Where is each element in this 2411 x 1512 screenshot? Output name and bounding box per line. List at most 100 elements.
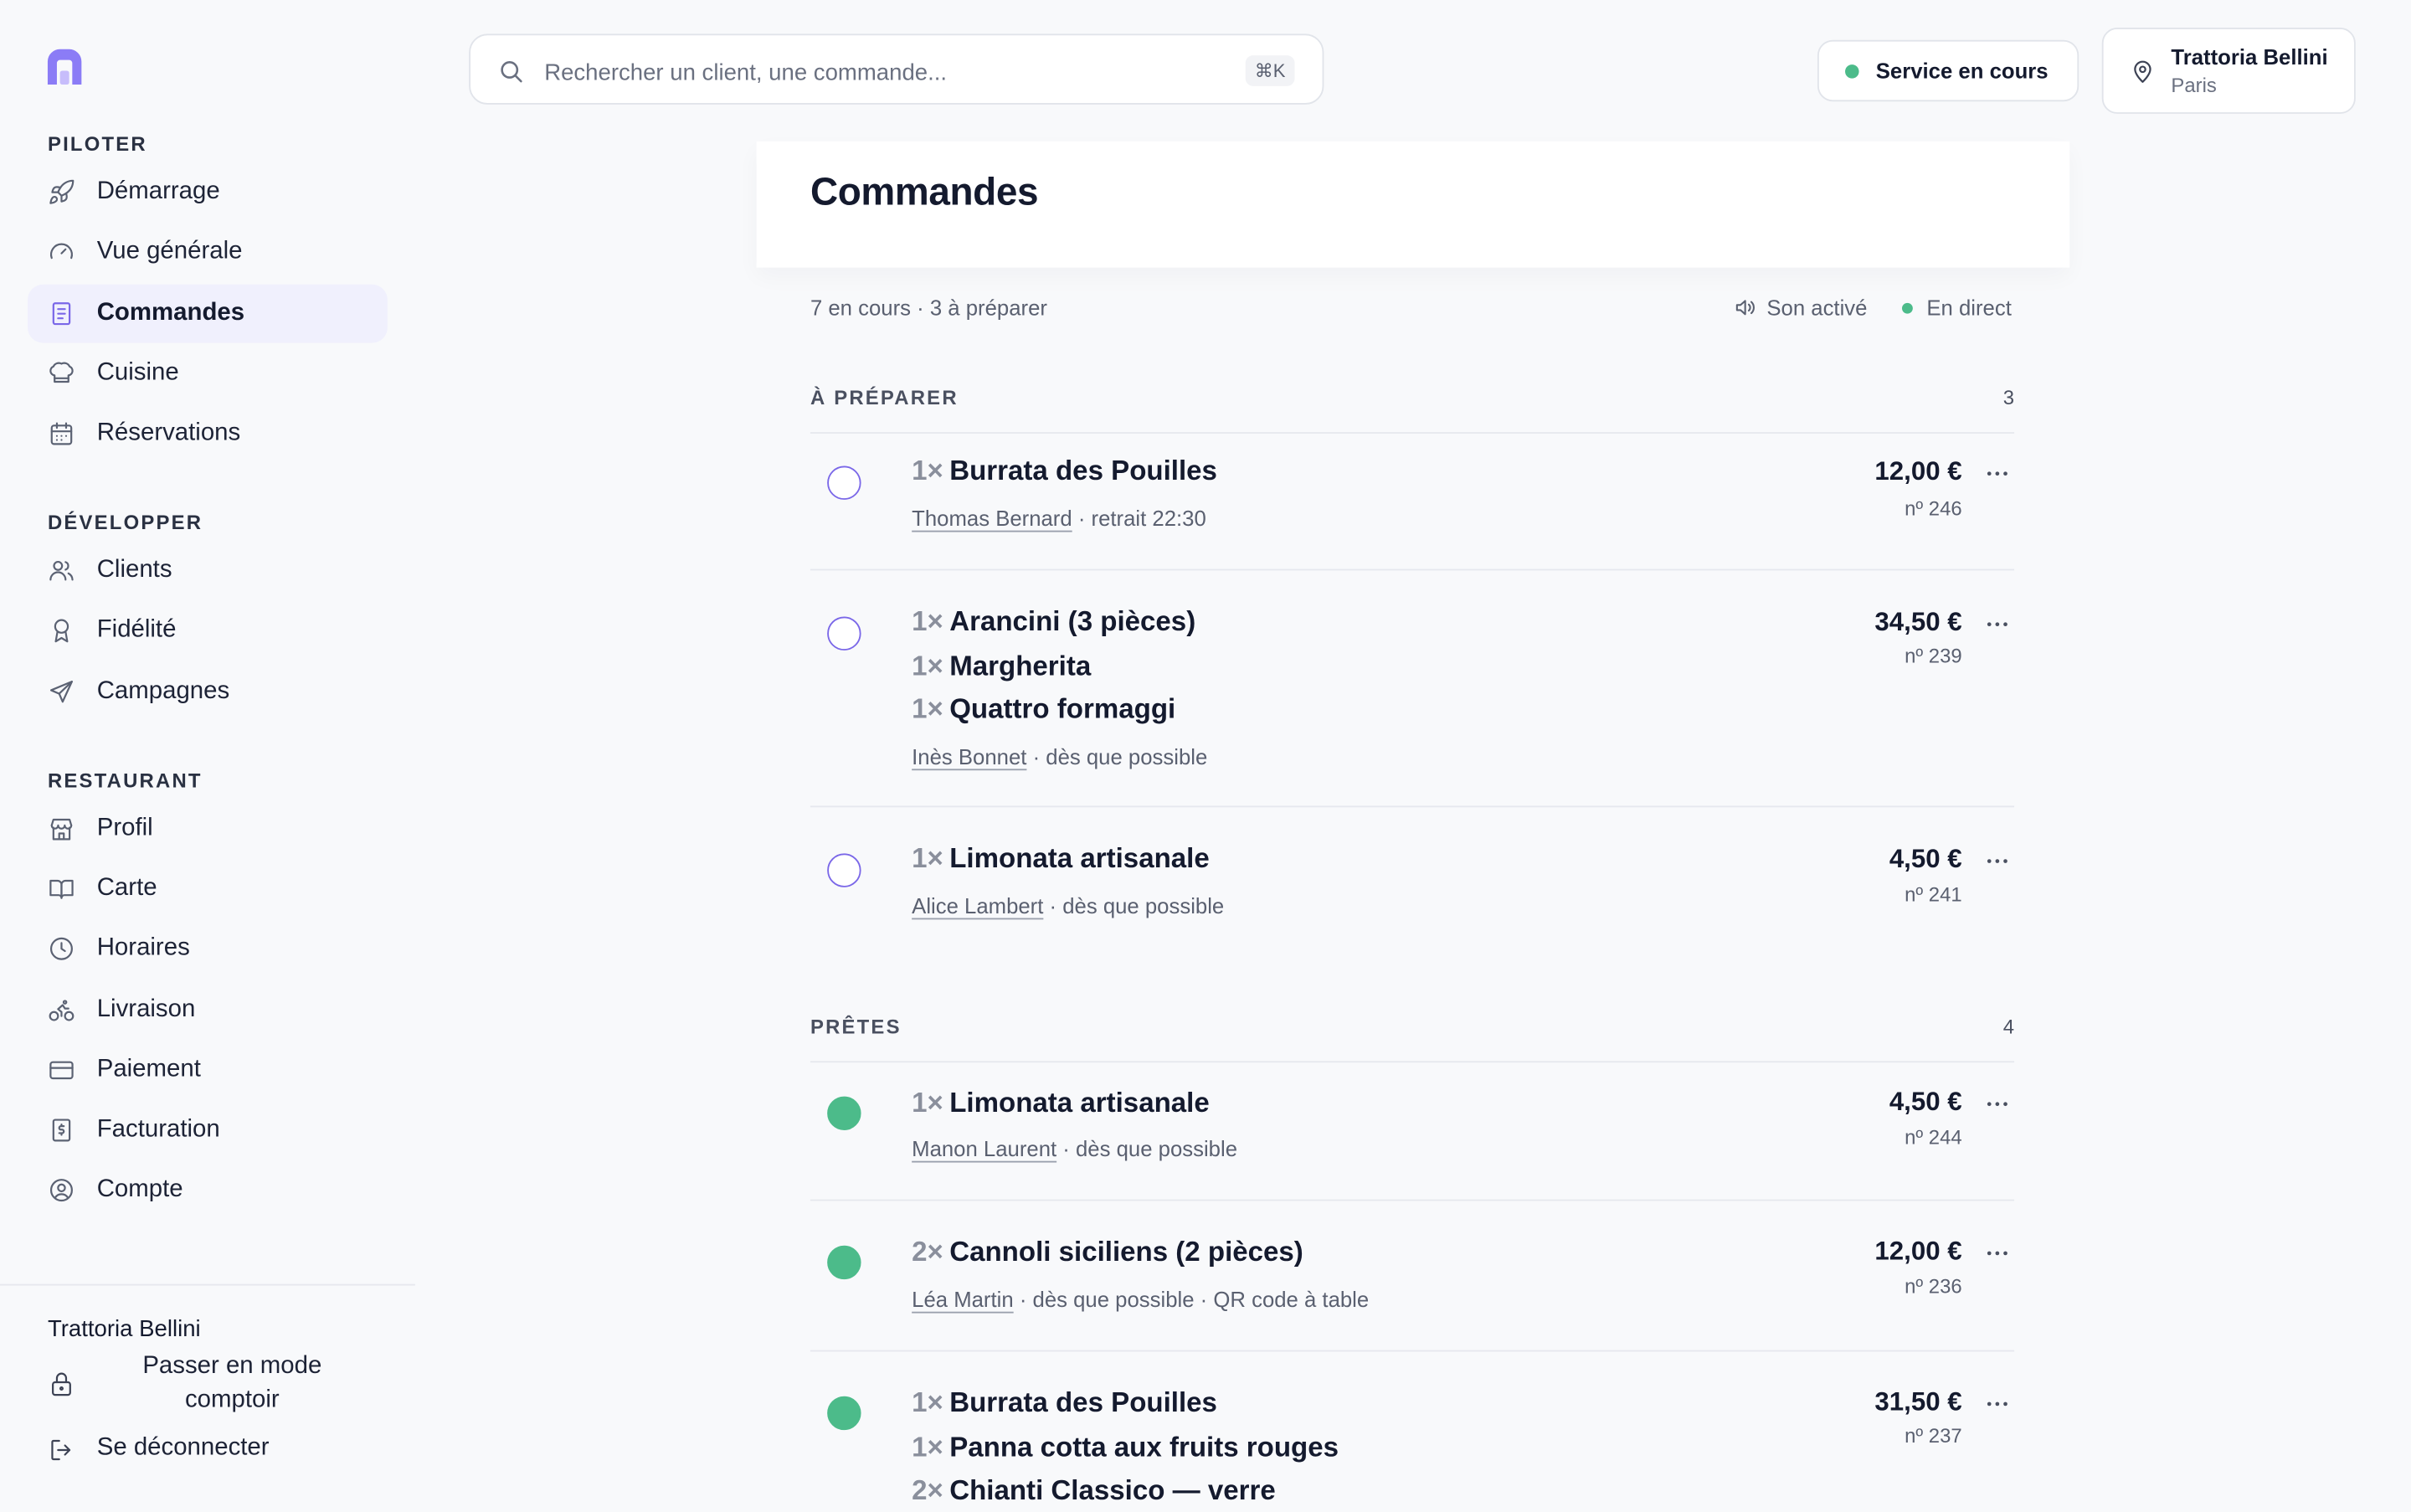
order-status-checkbox[interactable] bbox=[827, 1096, 861, 1130]
search-input[interactable] bbox=[541, 54, 1225, 91]
order-row[interactable]: 1× Burrata des Pouilles 1× Panna cotta aux… bbox=[810, 1351, 2014, 1507]
sound-label: Son activé bbox=[1766, 295, 1868, 321]
order-number: nº 244 bbox=[1905, 1125, 1962, 1149]
page-title: Commandes bbox=[810, 170, 1039, 214]
sidebar-item-label: Facturation bbox=[96, 1116, 220, 1143]
client-link[interactable]: Inès Bonnet bbox=[912, 744, 1026, 769]
sidebar-item-livraison[interactable]: Livraison bbox=[28, 981, 388, 1040]
service-status-label: Service en cours bbox=[1875, 58, 2049, 84]
sidebar-item-label: Clients bbox=[96, 556, 172, 584]
counter-mode-button[interactable]: Passer en mode comptoir bbox=[28, 1350, 388, 1418]
order-number: nº 236 bbox=[1905, 1274, 1962, 1299]
sidebar: PILOTER Démarrage Vue générale Commandes… bbox=[0, 0, 415, 1507]
sidebar-item-label: Réservations bbox=[96, 419, 241, 446]
order-item: 2× Cannoli siciliens (2 pièces) bbox=[912, 1236, 1303, 1268]
order-details: · dès que possible · QR code à table bbox=[1013, 1287, 1370, 1312]
order-row[interactable]: 1× Limonata artisanale Manon Laurent · dè… bbox=[810, 1062, 2015, 1201]
sidebar-item-profil[interactable]: Profil bbox=[28, 800, 388, 858]
sidebar-item-horaires[interactable]: Horaires bbox=[28, 919, 388, 978]
sidebar-item-vue-generale[interactable]: Vue générale bbox=[28, 223, 388, 281]
more-options-icon[interactable] bbox=[1983, 847, 2011, 875]
group-count: 4 bbox=[2002, 1015, 2015, 1038]
order-price: 31,50 € bbox=[1874, 1386, 1962, 1417]
sidebar-item-label: Campagnes bbox=[96, 677, 230, 705]
search-shortcut: ⌘K bbox=[1245, 55, 1295, 86]
logout-label: Se déconnecter bbox=[96, 1434, 270, 1461]
clock-icon bbox=[48, 935, 75, 963]
sidebar-item-commandes[interactable]: Commandes bbox=[28, 284, 388, 343]
order-status-checkbox[interactable] bbox=[827, 1396, 861, 1431]
sidebar-item-carte[interactable]: Carte bbox=[28, 860, 388, 918]
more-options-icon[interactable] bbox=[1983, 1239, 2011, 1267]
book-icon bbox=[48, 875, 75, 903]
client-link[interactable]: Manon Laurent bbox=[912, 1136, 1056, 1160]
order-row[interactable]: 1× Arancini (3 pièces) 1× Margherita 1× Qua… bbox=[810, 570, 2015, 808]
sidebar-item-paiement[interactable]: Paiement bbox=[28, 1041, 388, 1099]
sidebar-item-fidelite[interactable]: Fidélité bbox=[28, 601, 388, 660]
more-options-icon[interactable] bbox=[1983, 610, 2011, 638]
live-indicator: En direct bbox=[1901, 295, 2012, 321]
restaurant-selector[interactable]: Trattoria Bellini Paris bbox=[2101, 28, 2356, 114]
order-item: 1× Burrata des Pouilles bbox=[912, 455, 1217, 486]
order-item: 2× Chianti Classico — verre bbox=[912, 1474, 1276, 1506]
order-item: 1× Quattro formaggi bbox=[912, 693, 1176, 725]
sidebar-divider bbox=[0, 1283, 415, 1286]
sidebar-item-label: Paiement bbox=[96, 1056, 201, 1083]
order-row[interactable]: 1× Burrata des Pouilles Thomas Bernard · … bbox=[810, 434, 2015, 571]
service-status-button[interactable]: Service en cours bbox=[1817, 39, 2079, 102]
group-header-pretes: PRÊTES 4 bbox=[810, 1015, 2015, 1063]
order-meta: Alice Lambert · dès que possible bbox=[912, 893, 1224, 918]
sidebar-item-compte[interactable]: Compte bbox=[28, 1161, 388, 1220]
order-status-checkbox[interactable] bbox=[827, 1245, 861, 1280]
section-title-piloter: PILOTER bbox=[47, 131, 147, 156]
order-meta: Inès Bonnet · dès que possible bbox=[912, 744, 1207, 769]
order-status-checkbox[interactable] bbox=[827, 465, 861, 500]
order-number: nº 237 bbox=[1905, 1423, 1962, 1448]
client-link[interactable]: Léa Martin bbox=[912, 1287, 1014, 1311]
client-link[interactable]: Thomas Bernard bbox=[912, 506, 1072, 530]
sidebar-item-reservations[interactable]: Réservations bbox=[28, 404, 388, 463]
more-options-icon[interactable] bbox=[1983, 460, 2011, 487]
order-price: 4,50 € bbox=[1889, 844, 1962, 874]
footer-restaurant-name: Trattoria Bellini bbox=[47, 1316, 201, 1343]
status-dot bbox=[1845, 64, 1859, 79]
order-item: 1× Panna cotta aux fruits rouges bbox=[912, 1431, 1339, 1462]
order-status-checkbox[interactable] bbox=[827, 616, 861, 651]
order-item: 1× Arancini (3 pièces) bbox=[912, 605, 1196, 637]
more-options-icon[interactable] bbox=[1983, 1090, 2011, 1118]
client-link[interactable]: Alice Lambert bbox=[912, 893, 1043, 918]
chef-hat-icon bbox=[48, 360, 75, 388]
users-icon bbox=[48, 557, 75, 584]
gauge-icon bbox=[48, 239, 75, 266]
sound-toggle[interactable]: Son activé bbox=[1733, 296, 1867, 320]
order-status-checkbox[interactable] bbox=[827, 853, 861, 887]
send-icon bbox=[48, 678, 75, 706]
order-item: 1× Burrata des Pouilles bbox=[912, 1386, 1217, 1418]
group-title: À PRÉPARER bbox=[810, 386, 959, 409]
sidebar-item-label: Cuisine bbox=[96, 359, 179, 387]
order-row[interactable]: 1× Limonata artisanale Alice Lambert · dè… bbox=[810, 807, 2014, 945]
order-row[interactable]: 2× Cannoli siciliens (2 pièces) Léa Marti… bbox=[810, 1201, 2015, 1352]
order-items: 2× Cannoli siciliens (2 pièces) bbox=[912, 1230, 1303, 1273]
order-meta: Manon Laurent · dès que possible bbox=[912, 1136, 1237, 1160]
more-options-icon[interactable] bbox=[1983, 1390, 2011, 1417]
sidebar-item-clients[interactable]: Clients bbox=[28, 542, 388, 600]
search-bar: ⌘K bbox=[469, 33, 1324, 105]
logout-button[interactable]: Se déconnecter bbox=[28, 1430, 388, 1470]
order-price: 12,00 € bbox=[1874, 1236, 1962, 1266]
sidebar-item-cuisine[interactable]: Cuisine bbox=[28, 344, 388, 403]
order-meta: Thomas Bernard · retrait 22:30 bbox=[912, 506, 1206, 530]
rocket-icon bbox=[48, 178, 75, 206]
sidebar-item-label: Fidélité bbox=[96, 616, 177, 643]
order-item: 1× Limonata artisanale bbox=[912, 842, 1210, 874]
sidebar-item-demarrage[interactable]: Démarrage bbox=[28, 163, 388, 222]
sidebar-item-label: Livraison bbox=[96, 996, 196, 1023]
sidebar-item-label: Horaires bbox=[96, 934, 190, 961]
app-logo[interactable] bbox=[43, 46, 85, 89]
sidebar-item-campagnes[interactable]: Campagnes bbox=[28, 663, 388, 722]
order-items: 1× Limonata artisanale bbox=[912, 836, 1210, 880]
sidebar-item-facturation[interactable]: Facturation bbox=[28, 1101, 388, 1160]
live-label: En direct bbox=[1926, 295, 2012, 321]
order-details: · dès que possible bbox=[1043, 893, 1225, 918]
credit-card-icon bbox=[48, 1057, 75, 1084]
